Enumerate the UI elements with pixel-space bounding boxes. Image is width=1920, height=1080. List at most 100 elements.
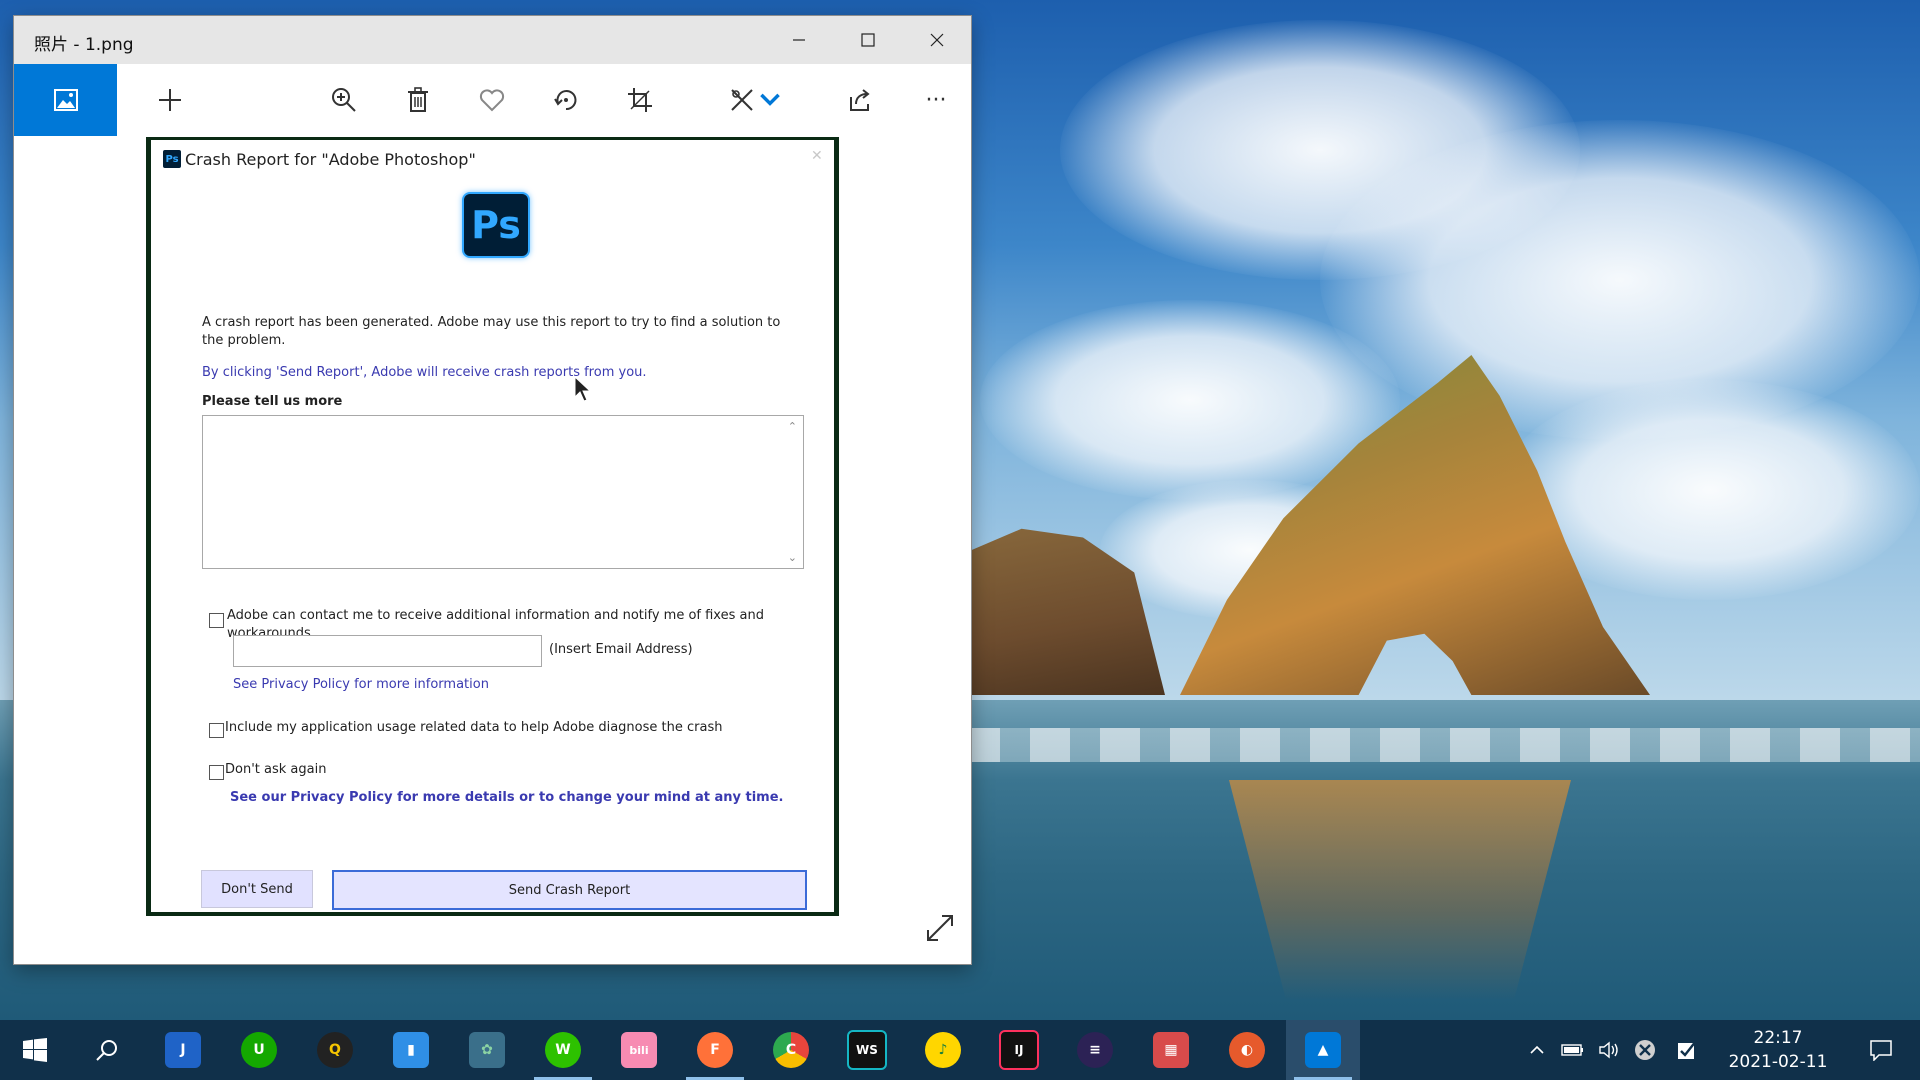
eclipse-icon: ≡: [1077, 1032, 1113, 1068]
taskbar-app-wechat[interactable]: W: [526, 1020, 600, 1080]
crop-button[interactable]: [618, 78, 662, 122]
maximize-icon: [860, 33, 875, 47]
share-button[interactable]: [838, 78, 882, 122]
network-button[interactable]: [1628, 1020, 1662, 1080]
cortana-icon: J: [165, 1032, 201, 1068]
chrome-icon: C: [773, 1032, 809, 1068]
dont-ask-checkbox: [209, 765, 224, 780]
edit-dropdown-button[interactable]: [758, 78, 782, 122]
wallpaper-foam: [960, 728, 1920, 762]
taskbar-app-color-tool[interactable]: ◐: [1210, 1020, 1284, 1080]
notification-icon: [1870, 1040, 1892, 1061]
taskbar-app-cortana[interactable]: J: [146, 1020, 220, 1080]
photoshop-logo-icon: Ps: [462, 192, 530, 258]
qq-icon: Q: [317, 1032, 353, 1068]
rotate-button[interactable]: [544, 78, 588, 122]
send-notice-text: By clicking 'Send Report', Adobe will re…: [202, 365, 647, 380]
dont-ask-label: Don't ask again: [225, 762, 327, 777]
settings-flower-icon: ✿: [469, 1032, 505, 1068]
tray-overflow-button[interactable]: [1520, 1020, 1554, 1080]
firefox-icon: F: [697, 1032, 733, 1068]
delete-icon: [408, 87, 428, 112]
comments-textarea: ⌃ ⌄: [202, 415, 804, 569]
webstorm-icon: WS: [847, 1030, 887, 1070]
send-crash-report-button: Send Crash Report: [332, 870, 807, 910]
window-title: 照片 - 1.png: [34, 35, 134, 55]
mouse-cursor-icon: [574, 376, 592, 402]
crash-intro-text: A crash report has been generated. Adobe…: [202, 315, 781, 348]
bilibili-icon: bili: [621, 1032, 657, 1068]
edit-draw-icon: [731, 89, 753, 111]
taskbar-app-upwork[interactable]: U: [222, 1020, 296, 1080]
more-button[interactable]: ···: [914, 78, 958, 122]
email-field: [233, 635, 542, 667]
taskbar-app-chrome[interactable]: C: [754, 1020, 828, 1080]
search-button[interactable]: [72, 1020, 142, 1080]
notes-icon: ▮: [393, 1032, 429, 1068]
clock-time: 22:17: [1753, 1028, 1803, 1048]
start-button[interactable]: [0, 1020, 70, 1080]
favorite-icon: [479, 89, 505, 112]
taskbar-app-photos[interactable]: ▲: [1286, 1020, 1360, 1080]
taskbar-app-intellij[interactable]: IJ: [982, 1020, 1056, 1080]
action-center-button[interactable]: [1852, 1020, 1910, 1080]
crash-dialog: Ps Crash Report for "Adobe Photoshop" ✕ …: [151, 140, 834, 912]
title-bar[interactable]: 照片 - 1.png: [14, 16, 971, 64]
system-clock[interactable]: 22:17 2021-02-11: [1708, 1026, 1848, 1074]
chevron-up-icon: [1530, 1045, 1544, 1054]
windows-logo-icon: [23, 1038, 47, 1062]
photos-icon: ▲: [1305, 1032, 1341, 1068]
scroll-down-icon: ⌄: [787, 551, 797, 564]
taskbar-app-music[interactable]: ♪: [906, 1020, 980, 1080]
dont-send-button: Don't Send: [201, 870, 313, 908]
taskbar-app-notes[interactable]: ▮: [374, 1020, 448, 1080]
taskbar-app-qq[interactable]: Q: [298, 1020, 372, 1080]
close-icon: [930, 33, 943, 47]
battery-icon: [1561, 1044, 1583, 1056]
taskbar-app-grid[interactable]: ▦: [1134, 1020, 1208, 1080]
tray-app-button[interactable]: [1670, 1020, 1704, 1080]
crash-dialog-title: Crash Report for "Adobe Photoshop": [185, 150, 476, 169]
clock-date: 2021-02-11: [1728, 1052, 1828, 1072]
usage-data-label: Include my application usage related dat…: [225, 720, 723, 735]
close-icon: ✕: [811, 148, 823, 164]
add-button[interactable]: [148, 78, 192, 122]
volume-icon: [1599, 1041, 1618, 1059]
email-hint: (Insert Email Address): [549, 642, 693, 657]
taskbar-app-firefox[interactable]: F: [678, 1020, 752, 1080]
intellij-icon: IJ: [999, 1030, 1039, 1070]
zoom-in-icon: [332, 88, 356, 112]
tell-more-label: Please tell us more: [202, 394, 343, 409]
search-icon: [96, 1040, 117, 1061]
volume-button[interactable]: [1592, 1020, 1626, 1080]
view-photo-button[interactable]: [14, 64, 117, 136]
maximize-button[interactable]: [833, 16, 902, 64]
privacy-details-link: See our Privacy Policy for more details …: [230, 790, 784, 805]
usage-data-checkbox: [209, 723, 224, 738]
share-icon: [850, 89, 870, 111]
zoom-in-button[interactable]: [322, 78, 366, 122]
contact-checkbox: [209, 613, 224, 628]
close-button[interactable]: [902, 16, 971, 64]
fullscreen-button[interactable]: [922, 910, 958, 946]
delete-button[interactable]: [396, 78, 440, 122]
privacy-policy-link: See Privacy Policy for more information: [233, 677, 489, 692]
network-disconnected-icon: [1635, 1040, 1655, 1060]
taskbar-app-bilibili[interactable]: bili: [602, 1020, 676, 1080]
photos-toolbar: ···: [14, 64, 971, 136]
taskbar: J U Q ▮ ✿ W bili F C WS ♪ IJ ≡ ▦ ◐ ▲ 22:…: [0, 1020, 1920, 1080]
upwork-icon: U: [241, 1032, 277, 1068]
favorite-button[interactable]: [470, 78, 514, 122]
minimize-icon: [792, 39, 805, 41]
crop-icon: [628, 88, 652, 112]
minimize-button[interactable]: [764, 16, 833, 64]
displayed-image: Ps Crash Report for "Adobe Photoshop" ✕ …: [146, 137, 839, 916]
taskbar-app-settings[interactable]: ✿: [450, 1020, 524, 1080]
checkmark-app-icon: [1678, 1040, 1697, 1059]
add-icon: [159, 89, 181, 111]
battery-button[interactable]: [1556, 1020, 1590, 1080]
color-wheel-icon: ◐: [1229, 1032, 1265, 1068]
taskbar-app-webstorm[interactable]: WS: [830, 1020, 904, 1080]
expand-icon: [927, 915, 953, 941]
taskbar-app-eclipse[interactable]: ≡: [1058, 1020, 1132, 1080]
